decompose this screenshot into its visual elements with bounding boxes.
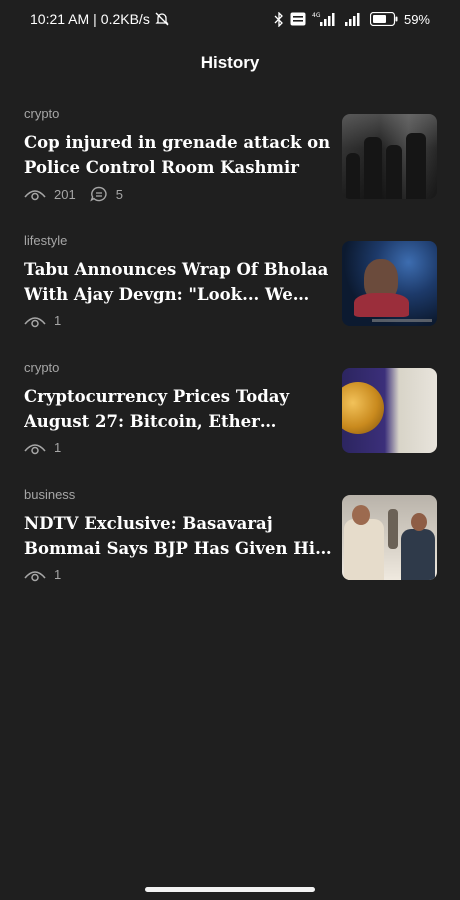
battery-icon: [369, 12, 398, 26]
item-stats: 1: [24, 440, 67, 455]
history-item[interactable]: crypto Cryptocurrency Prices Today Augus…: [0, 354, 460, 481]
item-stats: 1: [24, 313, 67, 328]
comments-count: 5: [115, 186, 123, 202]
views-stat: 1: [24, 313, 61, 328]
eye-icon: [24, 187, 46, 201]
item-stats: 1: [24, 567, 67, 582]
article-thumbnail[interactable]: [342, 495, 437, 580]
eye-icon: [24, 314, 46, 328]
bluetooth-icon: [274, 11, 284, 27]
views-stat: 1: [24, 440, 61, 455]
header: History: [0, 44, 460, 82]
network-gen-label: 4G: [312, 12, 321, 19]
status-bar: 10:21 AM | 0.2KB/s 4G 59%: [0, 0, 460, 38]
article-thumbnail[interactable]: [342, 114, 437, 199]
views-count: 1: [54, 567, 62, 582]
views-stat: 1: [24, 567, 61, 582]
volte-icon: [290, 12, 306, 26]
status-right: 4G 59%: [274, 11, 430, 27]
item-title[interactable]: Cryptocurrency Prices Today August 27: B…: [24, 384, 334, 434]
page-title: History: [200, 53, 260, 72]
eye-icon: [24, 441, 46, 455]
comment-icon: [89, 186, 108, 202]
status-separator: |: [93, 11, 97, 27]
item-title[interactable]: Cop injured in grenade attack on Police …: [24, 130, 334, 180]
signal-icon-2: [344, 11, 364, 27]
item-category: crypto: [24, 360, 60, 375]
views-count: 201: [54, 186, 76, 202]
comments-stat: 5: [89, 186, 123, 202]
views-stat: 201: [24, 187, 76, 202]
history-screen: 10:21 AM | 0.2KB/s 4G 59% History crypto…: [0, 0, 460, 900]
battery-percent: 59%: [403, 11, 430, 27]
status-time: 10:21 AM: [30, 11, 90, 27]
muted-alarm-icon: [154, 11, 170, 27]
item-category: crypto: [24, 106, 60, 121]
item-title[interactable]: NDTV Exclusive: Basavaraj Bommai Says BJ…: [24, 511, 334, 561]
views-count: 1: [54, 440, 62, 455]
network-speed: 0.2KB/s: [100, 11, 150, 27]
article-thumbnail[interactable]: [342, 241, 437, 326]
views-count: 1: [54, 313, 62, 328]
history-list: crypto Cop injured in grenade attack on …: [0, 100, 460, 608]
history-item[interactable]: lifestyle Tabu Announces Wrap Of Bholaa …: [0, 227, 460, 354]
item-category: lifestyle: [24, 233, 68, 248]
item-title[interactable]: Tabu Announces Wrap Of Bholaa With Ajay …: [24, 257, 334, 307]
home-indicator[interactable]: [145, 887, 315, 892]
history-item[interactable]: business NDTV Exclusive: Basavaraj Bomma…: [0, 481, 460, 608]
item-stats: 201 5: [24, 186, 129, 202]
status-left: 10:21 AM | 0.2KB/s: [30, 11, 170, 27]
item-category: business: [24, 487, 76, 502]
signal-icon: 4G: [312, 11, 338, 27]
history-item[interactable]: crypto Cop injured in grenade attack on …: [0, 100, 460, 227]
eye-icon: [24, 568, 46, 582]
article-thumbnail[interactable]: [342, 368, 437, 453]
